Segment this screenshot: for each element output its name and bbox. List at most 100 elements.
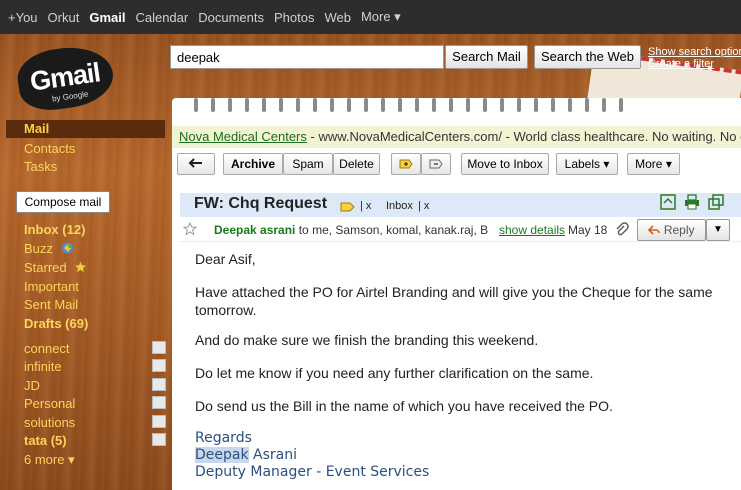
spiral-ring xyxy=(466,98,470,112)
spiral-ring xyxy=(279,98,283,112)
reply-arrow-icon xyxy=(648,225,661,235)
compose-mail-button[interactable]: Compose mail xyxy=(16,191,110,213)
important-minus-icon xyxy=(429,159,443,169)
label-color-swatch[interactable] xyxy=(152,378,166,391)
body-line: Do send us the Bill in the name of which… xyxy=(195,398,613,414)
sidebar-item-drafts[interactable]: Drafts (69) xyxy=(24,316,88,331)
show-search-options-label[interactable]: Show search options xyxy=(648,46,741,58)
search-mail-button[interactable]: Search Mail xyxy=(445,45,528,69)
sidebar-item-tasks[interactable]: Tasks xyxy=(24,159,57,174)
show-details-link[interactable]: show details xyxy=(499,223,565,237)
spiral-ring xyxy=(534,98,538,112)
signature-name: Deepak Asrani xyxy=(195,447,297,463)
sender-name[interactable]: Deepak asrani xyxy=(214,223,295,237)
ad-link[interactable]: Nova Medical Centers xyxy=(179,129,307,144)
labels-more-link[interactable]: 6 more ▾ xyxy=(24,452,75,468)
body-line: tomorrow. xyxy=(195,302,257,318)
label-color-swatch[interactable] xyxy=(152,415,166,428)
back-arrow-icon xyxy=(188,158,202,168)
label-tata[interactable]: tata (5) xyxy=(24,433,67,448)
topnav-you[interactable]: +You xyxy=(8,10,38,25)
spam-button[interactable]: Spam xyxy=(283,153,333,175)
move-to-inbox-button[interactable]: Move to Inbox xyxy=(461,153,549,175)
label-infinite[interactable]: infinite xyxy=(24,359,62,374)
message-header-line: Deepak asrani to me, Samson, komal, kana… xyxy=(214,223,488,237)
sidebar-item-contacts[interactable]: Contacts xyxy=(24,141,75,156)
spiral-ring xyxy=(364,98,368,112)
sidebar-item-sent[interactable]: Sent Mail xyxy=(24,297,78,312)
buzz-label[interactable]: Buzz xyxy=(24,241,53,256)
mark-important-button[interactable] xyxy=(391,153,421,175)
message-panel: Nova Medical Centers - www.NovaMedicalCe… xyxy=(172,120,741,490)
spiral-ring xyxy=(619,98,623,112)
spiral-ring xyxy=(398,98,402,112)
star-outline-icon[interactable] xyxy=(183,222,197,236)
print-icon[interactable] xyxy=(684,194,700,210)
inbox-label-remove-x[interactable]: | x xyxy=(418,200,429,212)
spiral-ring xyxy=(347,98,351,112)
mark-not-important-button[interactable] xyxy=(421,153,451,175)
topnav-more[interactable]: More ▾ xyxy=(361,9,401,25)
reply-button[interactable]: Reply xyxy=(637,219,706,241)
top-navigation-bar: +You Orkut Gmail Calendar Documents Phot… xyxy=(0,0,741,34)
signature-regards: Regards xyxy=(195,430,252,446)
label-color-swatch[interactable] xyxy=(152,433,166,446)
label-jd[interactable]: JD xyxy=(24,378,40,393)
label-connect[interactable]: connect xyxy=(24,341,70,356)
create-filter-link[interactable]: Create a filter xyxy=(648,58,741,70)
important-plus-icon xyxy=(399,159,413,169)
topnav-web[interactable]: Web xyxy=(324,10,351,25)
spiral-ring xyxy=(483,98,487,112)
label-color-swatch[interactable] xyxy=(152,341,166,354)
notebook-spiral xyxy=(172,98,741,120)
sponsored-ad-bar[interactable]: Nova Medical Centers - www.NovaMedicalCe… xyxy=(172,126,741,148)
message-date: May 18 xyxy=(568,223,608,237)
label-solutions[interactable]: solutions xyxy=(24,415,75,430)
spiral-ring xyxy=(211,98,215,112)
new-window-icon[interactable] xyxy=(660,194,676,210)
sidebar-item-mail[interactable]: Mail xyxy=(6,120,165,138)
topnav-calendar[interactable]: Calendar xyxy=(135,10,188,25)
label-color-swatch[interactable] xyxy=(152,396,166,409)
sidebar-item-starred[interactable]: Starred xyxy=(24,260,88,275)
spiral-ring xyxy=(551,98,555,112)
labels-dropdown-button[interactable]: Labels ▾ xyxy=(556,153,618,175)
more-actions-button[interactable]: More ▾ xyxy=(627,153,680,175)
spiral-ring xyxy=(228,98,232,112)
topnav-gmail[interactable]: Gmail xyxy=(89,10,125,25)
spiral-ring xyxy=(245,98,249,112)
topnav-orkut[interactable]: Orkut xyxy=(48,10,80,25)
buzz-icon xyxy=(61,242,73,254)
delete-button[interactable]: Delete xyxy=(333,153,380,175)
spiral-ring xyxy=(381,98,385,112)
inbox-label-tag: Inbox xyxy=(386,200,413,212)
reply-options-dropdown[interactable]: ▼ xyxy=(706,219,730,241)
body-line-greeting: Dear Asif, xyxy=(195,251,256,267)
spiral-ring xyxy=(449,98,453,112)
topnav-photos[interactable]: Photos xyxy=(274,10,314,25)
back-to-search-button[interactable] xyxy=(177,153,215,175)
label-color-swatch[interactable] xyxy=(152,359,166,372)
expand-window-icon[interactable] xyxy=(708,194,724,210)
reply-label[interactable]: Reply xyxy=(664,223,695,237)
body-line: Do let me know if you need any further c… xyxy=(195,365,594,381)
topnav-documents[interactable]: Documents xyxy=(198,10,264,25)
search-highlight: Deepak xyxy=(195,447,249,463)
signature-title: Deputy Manager - Event Services xyxy=(195,464,430,480)
spiral-ring xyxy=(262,98,266,112)
sidebar-item-buzz[interactable]: Buzz xyxy=(24,241,74,256)
sidebar-item-important[interactable]: Important xyxy=(24,279,79,294)
show-search-options-link[interactable]: Show search options Create a filter xyxy=(648,46,741,70)
spiral-ring xyxy=(330,98,334,112)
archive-button[interactable]: Archive xyxy=(223,153,283,175)
starred-label[interactable]: Starred xyxy=(24,260,67,275)
spiral-ring xyxy=(432,98,436,112)
recipients: to me, Samson, komal, kanak.raj, B xyxy=(295,223,489,237)
important-remove-x[interactable]: | x xyxy=(360,200,371,212)
search-input[interactable]: deepak xyxy=(170,45,444,69)
label-personal[interactable]: Personal xyxy=(24,396,75,411)
sidebar-item-inbox[interactable]: Inbox (12) xyxy=(24,222,85,237)
gmail-logo[interactable]: Gmail by Google xyxy=(8,40,128,115)
search-web-button[interactable]: Search the Web xyxy=(534,45,641,69)
important-marker-icon[interactable] xyxy=(340,202,355,212)
